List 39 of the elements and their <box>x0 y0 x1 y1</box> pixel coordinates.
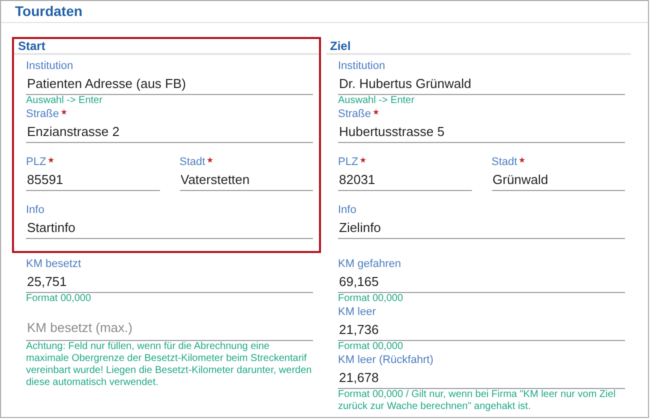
field-hint: Format 00,000 <box>26 293 92 305</box>
input-field[interactable]: 85591 <box>26 169 160 191</box>
field-hint: Auswahl -> Enter <box>338 95 416 107</box>
field-label: Stadt <box>492 155 518 169</box>
input-field[interactable]: Enzianstrasse 2 <box>26 121 313 143</box>
input-field[interactable]: Zielinfo <box>338 217 625 239</box>
input-field[interactable]: Dr. Hubertus Grünwald <box>338 73 625 95</box>
field-label: Info <box>26 203 44 217</box>
input-field[interactable]: 21,678 <box>338 367 625 389</box>
input-field[interactable]: 25,751 <box>26 271 313 293</box>
field-label: Stadt <box>180 155 206 169</box>
field-label: Institution <box>338 59 386 73</box>
input-field[interactable]: 69,165 <box>338 271 625 293</box>
field-hint: Format 00,000 / Gilt nur, wenn bei Firma "KM leer nur vom Ziel zurück zur Wache berechnen" angehakt ist. <box>338 389 617 413</box>
input-field[interactable]: Patienten Adresse (aus FB) <box>26 73 313 95</box>
input-field[interactable]: Startinfo <box>26 217 313 239</box>
field-label: KM gefahren <box>338 257 401 271</box>
field-label: PLZ <box>338 155 358 169</box>
input-field[interactable]: 82031 <box>338 169 472 191</box>
field-label: Straße <box>26 107 60 121</box>
section-title: Start <box>18 38 46 55</box>
field-hint: Format 00,000 <box>338 293 404 305</box>
field-hint: Achtung: Feld nur füllen, wenn für die Abrechnung eine maximale Obergrenze der Besetzt-Kilometer beim Streckentarif vereinbart wurde! Liegen die Besetzt-Kilometer darunter, werden diese automatisch verwendet. <box>26 341 313 389</box>
input-field[interactable]: KM besetzt (max.) <box>26 305 313 341</box>
field-label: Institution <box>26 59 74 73</box>
input-field[interactable]: Hubertusstrasse 5 <box>338 121 625 143</box>
field-label: Straße <box>338 107 372 121</box>
field-label: PLZ <box>26 155 46 169</box>
input-field[interactable]: Vaterstetten <box>180 169 313 191</box>
panel-title: Tourdaten <box>15 2 82 21</box>
field-hint: Auswahl -> Enter <box>26 95 104 107</box>
field-label: KM besetzt <box>26 257 82 271</box>
field-hint: Format 00,000 <box>338 341 404 353</box>
section-title: Ziel <box>330 38 351 55</box>
field-label: KM leer <box>338 305 376 319</box>
field-label: KM leer (Rückfahrt) <box>338 353 434 367</box>
input-field[interactable]: Grünwald <box>492 169 625 191</box>
field-label: Info <box>338 203 356 217</box>
input-field[interactable]: 21,736 <box>338 319 625 341</box>
